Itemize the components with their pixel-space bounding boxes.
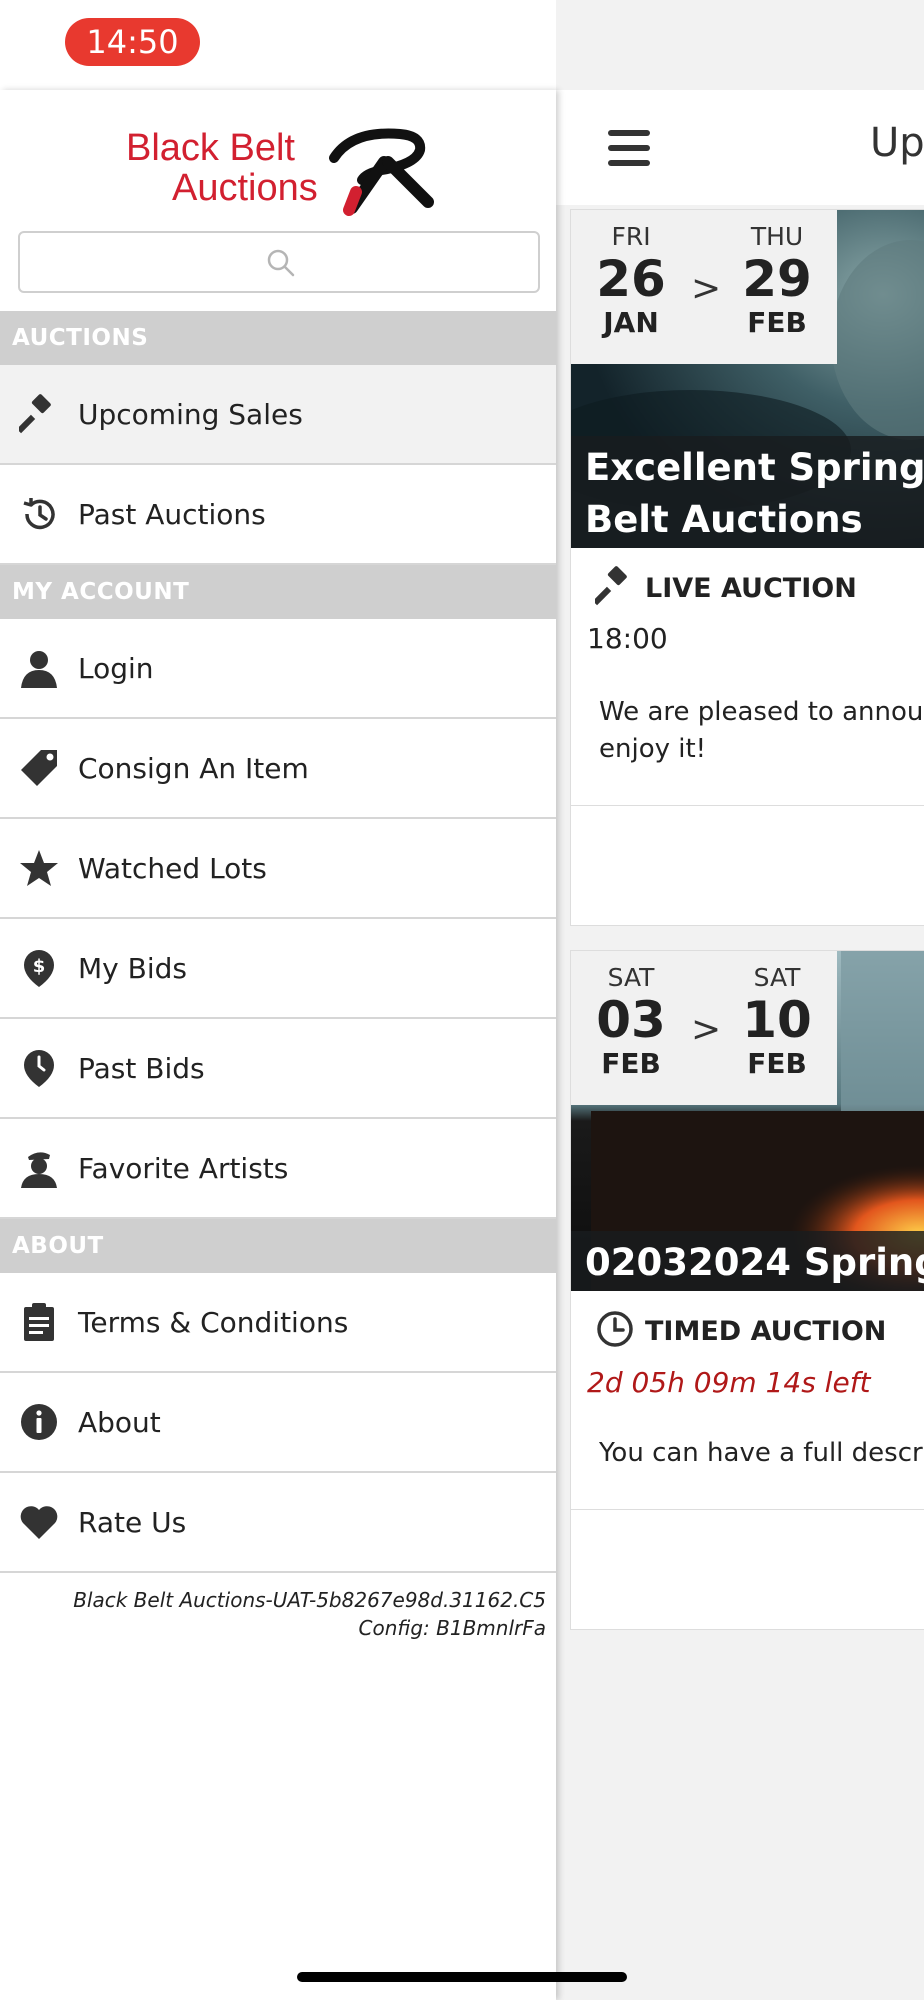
search-icon <box>267 249 295 277</box>
history-icon <box>0 464 78 564</box>
clipboard-icon <box>0 1272 78 1372</box>
clock-pin-icon <box>0 1018 78 1118</box>
version-info: Black Belt Auctions-UAT-5b8267e98d.31162… <box>73 1586 546 1642</box>
logo-line1: Black Belt <box>126 127 295 169</box>
clock-icon <box>595 1309 635 1353</box>
artist-icon <box>0 1118 78 1218</box>
sidebar-item-label: Terms & Conditions <box>78 1305 349 1339</box>
date-arrow: > <box>691 268 722 309</box>
card-divider <box>571 1509 924 1510</box>
info-icon <box>0 1372 78 1472</box>
version-line: Black Belt Auctions-UAT-5b8267e98d.31162… <box>73 1588 546 1612</box>
countdown-text: 2d 05h 09m 14s left <box>587 1366 871 1399</box>
sidebar-item-label: About <box>78 1405 161 1439</box>
auction-type: LIVE AUCTION <box>592 566 857 610</box>
sidebar-item-label: Watched Lots <box>78 851 267 885</box>
sidebar-item-watched-lots[interactable]: Watched Lots <box>0 819 556 919</box>
hamburger-menu-icon[interactable] <box>608 130 650 166</box>
date-range: FRI 26 JAN > THU 29 FEB <box>571 210 837 364</box>
auction-type: TIMED AUCTION <box>595 1311 886 1351</box>
sidebar-item-my-bids[interactable]: $ My Bids <box>0 919 556 1019</box>
content-header: Up <box>556 90 924 205</box>
user-icon <box>0 618 78 718</box>
auction-card-image[interactable]: SAT 03 FEB > SAT 10 FEB 02032024 Spring … <box>571 951 924 1291</box>
auction-title[interactable]: Excellent Spring Co Belt Auctions <box>571 436 924 548</box>
logo-line2: Auctions <box>172 167 318 209</box>
sidebar-item-consign-an-item[interactable]: Consign An Item <box>0 719 556 819</box>
auction-list-panel: Up FRI 26 JAN > THU 29 FEB Excellent Spr… <box>556 0 924 2000</box>
gavel-icon <box>0 364 78 464</box>
sidebar-item-label: Upcoming Sales <box>78 397 303 431</box>
card-divider <box>571 805 924 806</box>
end-date: SAT 10 FEB <box>742 963 812 1080</box>
dollar-pin-icon: $ <box>0 918 78 1018</box>
tag-icon <box>0 718 78 818</box>
auction-card[interactable]: SAT 03 FEB > SAT 10 FEB 02032024 Spring … <box>570 950 924 1630</box>
sidebar-item-upcoming-sales[interactable]: Upcoming Sales <box>0 365 556 465</box>
auction-description: You can have a full descript <box>599 1438 924 1468</box>
brand-logo: Black Belt Auctions <box>126 128 436 218</box>
sidebar-item-label: Past Bids <box>78 1051 205 1085</box>
sidebar-item-label: My Bids <box>78 951 187 985</box>
page-title: Up <box>870 120 924 166</box>
end-date: THU 29 FEB <box>742 222 812 339</box>
sidebar-item-label: Past Auctions <box>78 497 266 531</box>
sidebar-item-past-auctions[interactable]: Past Auctions <box>0 465 556 565</box>
home-indicator[interactable] <box>297 1972 627 1982</box>
sidebar-item-terms-conditions[interactable]: Terms & Conditions <box>0 1273 556 1373</box>
section-header-auctions: AUCTIONS <box>0 311 556 365</box>
svg-text:$: $ <box>33 956 46 977</box>
navigation-drawer: Black Belt Auctions AUCTIONS Upcoming Sa… <box>0 90 556 2000</box>
sidebar-item-about[interactable]: About <box>0 1373 556 1473</box>
sidebar-item-label: Rate Us <box>78 1505 187 1539</box>
sidebar-item-label: Login <box>78 651 154 685</box>
sidebar-item-login[interactable]: Login <box>0 619 556 719</box>
start-date: SAT 03 FEB <box>596 963 666 1080</box>
auction-card[interactable]: FRI 26 JAN > THU 29 FEB Excellent Spring… <box>570 209 924 926</box>
heart-icon <box>0 1472 78 1572</box>
star-icon <box>0 818 78 918</box>
sidebar-item-label: Consign An Item <box>78 751 309 785</box>
sidebar-item-favorite-artists[interactable]: Favorite Artists <box>0 1119 556 1219</box>
section-header-my-account: MY ACCOUNT <box>0 565 556 619</box>
start-date: FRI 26 JAN <box>596 222 666 339</box>
auction-card-image[interactable]: FRI 26 JAN > THU 29 FEB Excellent Spring… <box>571 210 924 548</box>
date-range: SAT 03 FEB > SAT 10 FEB <box>571 951 837 1105</box>
auction-title[interactable]: 02032024 Spring S <box>571 1231 924 1291</box>
sidebar-item-label: Favorite Artists <box>78 1151 289 1185</box>
gavel-icon <box>592 566 635 610</box>
sidebar-item-rate-us[interactable]: Rate Us <box>0 1473 556 1573</box>
section-header-about: ABOUT <box>0 1219 556 1273</box>
black-belt-icon <box>329 128 434 216</box>
search-input[interactable] <box>18 231 540 293</box>
config-line: Config: B1BmnlrFa <box>358 1616 546 1640</box>
date-arrow: > <box>691 1009 722 1050</box>
auction-time: 18:00 <box>587 622 668 655</box>
auction-description: We are pleased to announc enjoy it! <box>599 697 924 764</box>
sidebar-item-past-bids[interactable]: Past Bids <box>0 1019 556 1119</box>
status-time: 14:50 <box>65 18 200 66</box>
